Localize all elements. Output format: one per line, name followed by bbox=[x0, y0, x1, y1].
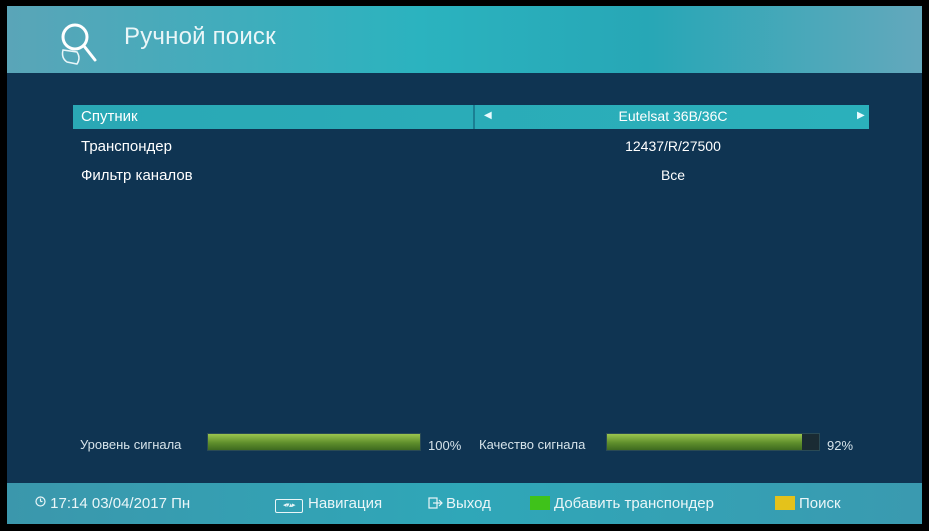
menu-item-label: Транспондер bbox=[81, 138, 172, 155]
signal-quality-label: Качество сигнала bbox=[479, 437, 586, 452]
magnifier-hand-icon bbox=[61, 23, 97, 65]
signal-level-label: Уровень сигнала bbox=[80, 437, 182, 452]
arrow-right-icon[interactable]: ▶ bbox=[857, 110, 865, 121]
page-title: Ручной поиск bbox=[124, 23, 276, 50]
datetime-display: 17:14 03/04/2017 Пн bbox=[35, 495, 190, 512]
signal-quality-fill bbox=[607, 434, 803, 450]
row-divider bbox=[473, 105, 475, 129]
signal-level-bar bbox=[207, 433, 421, 451]
exit-icon bbox=[428, 497, 443, 509]
datetime-text: 17:14 03/04/2017 Пн bbox=[50, 495, 191, 512]
add-transponder-label: Добавить транспондер bbox=[554, 495, 714, 512]
menu-item-value: Eutelsat 36B/36C bbox=[618, 108, 728, 124]
menu-item-channel-filter[interactable]: Фильтр каналов Все bbox=[73, 164, 869, 188]
menu-item-satellite[interactable]: Спутник ◀ Eutelsat 36B/36C ▶ bbox=[73, 105, 869, 129]
menu-item-label: Спутник bbox=[81, 108, 138, 125]
signal-level-percent: 100% bbox=[428, 438, 462, 453]
exit-hint[interactable]: Выход bbox=[428, 495, 491, 512]
exit-hint-label: Выход bbox=[446, 495, 491, 512]
signal-quality-percent: 92% bbox=[827, 438, 854, 453]
clock-icon bbox=[35, 496, 46, 507]
header-bar: Ручной поиск bbox=[7, 6, 922, 73]
footer-bar: 17:14 03/04/2017 Пн ◂▾▴▸ Навигация Выход … bbox=[7, 483, 922, 524]
menu-item-transponder[interactable]: Транспондер 12437/R/27500 bbox=[73, 135, 869, 159]
nav-hint: ◂▾▴▸ Навигация bbox=[275, 495, 382, 513]
menu-item-value: 12437/R/27500 bbox=[625, 138, 721, 154]
signal-level-fill bbox=[208, 434, 420, 450]
search-hint[interactable]: Поиск bbox=[775, 495, 841, 512]
signal-quality-bar bbox=[606, 433, 820, 451]
search-hint-label: Поиск bbox=[799, 495, 841, 512]
nav-hint-label: Навигация bbox=[308, 495, 383, 512]
yellow-key-icon bbox=[775, 496, 795, 510]
green-key-icon bbox=[530, 496, 550, 510]
add-transponder-hint[interactable]: Добавить транспондер bbox=[530, 495, 714, 512]
menu-item-value: Все bbox=[660, 167, 686, 183]
menu-item-label: Фильтр каналов bbox=[81, 167, 193, 184]
screen: Ручной поиск Спутник ◀ Eutelsat 36B/36C … bbox=[7, 6, 922, 524]
nav-keys-icon: ◂▾▴▸ bbox=[275, 499, 303, 513]
